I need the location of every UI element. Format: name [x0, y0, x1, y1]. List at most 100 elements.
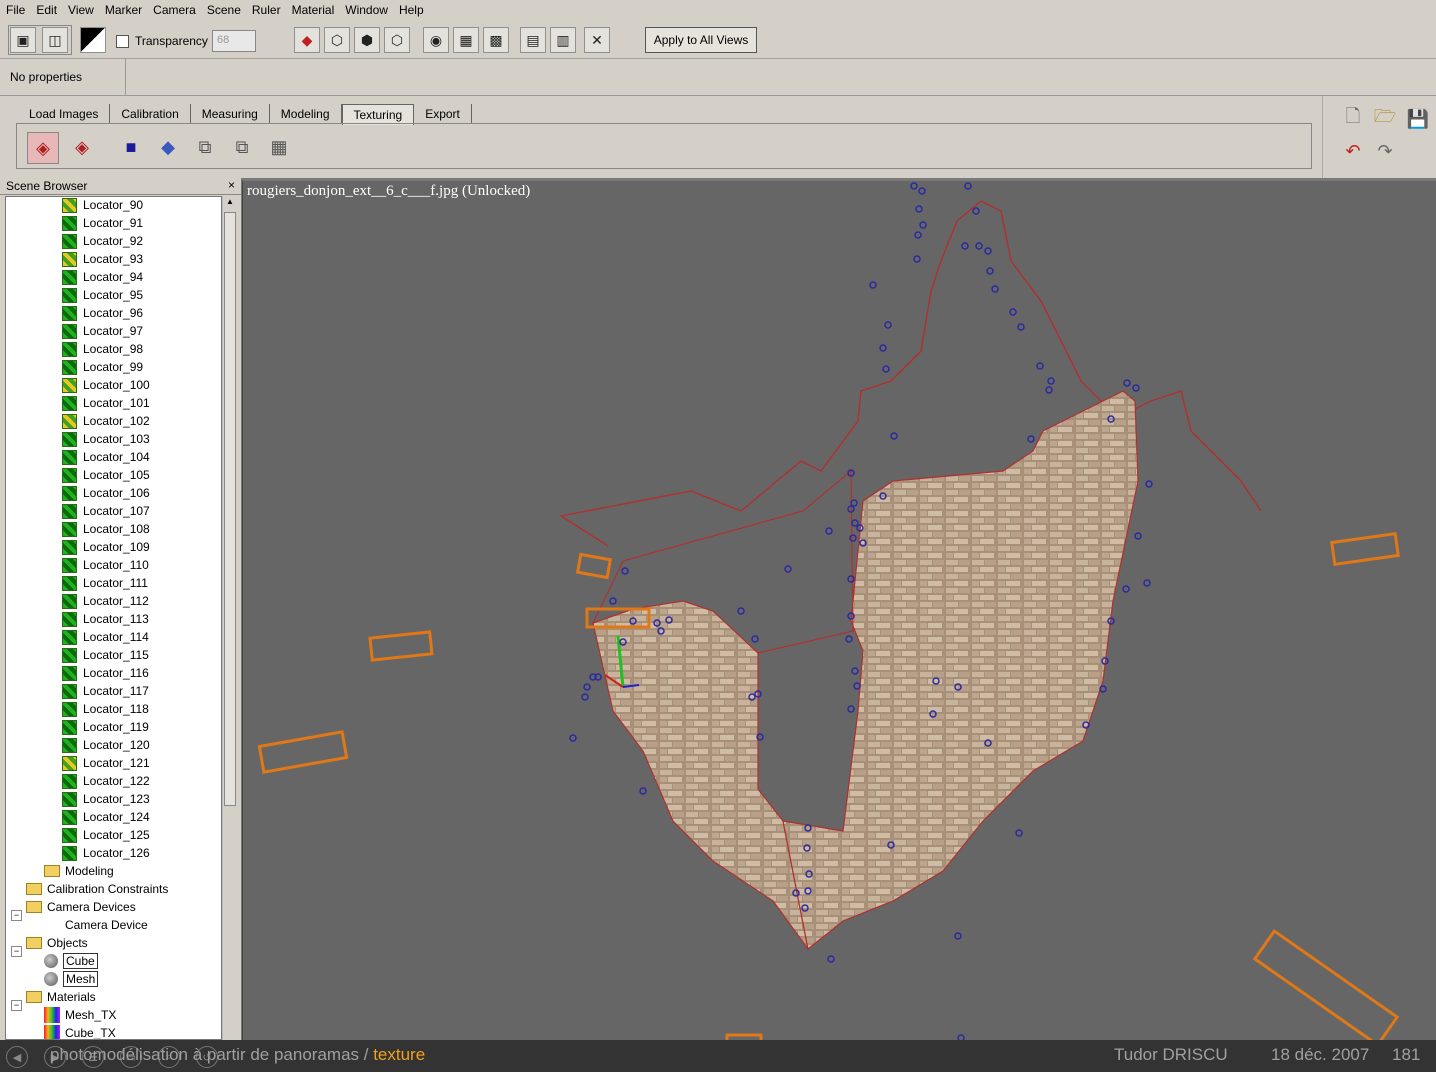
- apply-all-views-button[interactable]: Apply to All Views: [645, 27, 757, 53]
- scroll-thumb[interactable]: [224, 212, 236, 806]
- locator-item[interactable]: Locator_101: [62, 394, 150, 412]
- marker-point[interactable]: [1015, 829, 1023, 837]
- locator-item[interactable]: Locator_108: [62, 520, 150, 538]
- locator-item[interactable]: Locator_99: [62, 358, 143, 376]
- collapse-toggle-icon[interactable]: −: [11, 910, 22, 921]
- locator-item[interactable]: Locator_94: [62, 268, 143, 286]
- marker-point[interactable]: [851, 519, 859, 527]
- menu-item-edit[interactable]: Edit: [30, 0, 62, 17]
- wire-cube-icon[interactable]: ⬡: [324, 27, 350, 53]
- locator-item[interactable]: Locator_110: [62, 556, 149, 574]
- locator-item[interactable]: Locator_107: [62, 502, 150, 520]
- marker-point[interactable]: [964, 182, 972, 190]
- marker-point[interactable]: [1027, 435, 1035, 443]
- transparency-spinner[interactable]: 68: [212, 30, 256, 52]
- marker-point[interactable]: [1132, 384, 1140, 392]
- locator-item[interactable]: Locator_103: [62, 430, 150, 448]
- locator-item[interactable]: Locator_111: [62, 574, 148, 592]
- locator-item[interactable]: Locator_98: [62, 340, 143, 358]
- marker-point[interactable]: [1036, 362, 1044, 370]
- locator-item[interactable]: Locator_104: [62, 448, 150, 466]
- select-texture-icon[interactable]: ◈: [27, 132, 59, 164]
- multi-cube-2-icon[interactable]: ⧉: [227, 132, 257, 162]
- marker-point[interactable]: [1143, 579, 1151, 587]
- multi-view-icon[interactable]: ▣: [10, 27, 36, 53]
- 3d-viewport[interactable]: rougiers_donjon_ext__6_c___f.jpg (Unlock…: [242, 180, 1436, 1041]
- locator-item[interactable]: Locator_124: [62, 808, 150, 826]
- tree-material-mesh-tx[interactable]: Mesh_TX: [44, 1006, 116, 1024]
- scene-browser-scrollbar[interactable]: ▲: [222, 196, 237, 1040]
- marker-point[interactable]: [1045, 386, 1053, 394]
- tab-export[interactable]: Export: [414, 104, 472, 124]
- menu-item-view[interactable]: View: [62, 0, 99, 17]
- menu-item-material[interactable]: Material: [286, 0, 340, 17]
- open-folder-icon[interactable]: 🗁: [1370, 104, 1400, 134]
- camera-view-icon[interactable]: ◫: [42, 27, 68, 53]
- marker-point[interactable]: [882, 365, 890, 373]
- transparency-control[interactable]: Transparency: [116, 34, 208, 48]
- locator-item[interactable]: Locator_106: [62, 484, 150, 502]
- marker-point[interactable]: [737, 607, 745, 615]
- new-file-icon[interactable]: 🗋: [1338, 104, 1368, 134]
- locator-item[interactable]: Locator_102: [62, 412, 150, 430]
- marker-point[interactable]: [1145, 480, 1153, 488]
- menu-item-window[interactable]: Window: [339, 0, 393, 17]
- locator-item[interactable]: Locator_93: [62, 250, 143, 268]
- collapse-toggle-icon[interactable]: −: [11, 1000, 22, 1011]
- marker-point[interactable]: [784, 565, 792, 573]
- marker-point[interactable]: [879, 344, 887, 352]
- locator-item[interactable]: Locator_113: [62, 610, 149, 628]
- shaded-cube-icon[interactable]: ⬢: [354, 27, 380, 53]
- tab-load-images[interactable]: Load Images: [18, 104, 111, 124]
- tab-modeling[interactable]: Modeling: [270, 104, 342, 124]
- marker-point[interactable]: [984, 247, 992, 255]
- undo-icon[interactable]: ↶: [1338, 136, 1368, 166]
- locator-item[interactable]: Locator_121: [62, 754, 150, 772]
- marker-point[interactable]: [890, 432, 898, 440]
- locator-item[interactable]: Locator_126: [62, 844, 150, 862]
- tab-measuring[interactable]: Measuring: [191, 104, 270, 124]
- texture-checker-icon[interactable]: ▦: [453, 27, 479, 53]
- marker-point[interactable]: [954, 932, 962, 940]
- marker-point[interactable]: [639, 787, 647, 795]
- tree-material-cube-tx[interactable]: Cube_TX: [44, 1024, 116, 1039]
- marker-point[interactable]: [1123, 379, 1131, 387]
- cross-icon[interactable]: ✕: [584, 27, 610, 53]
- numbered-checker-icon[interactable]: ▩: [483, 27, 509, 53]
- camera-lock-icon[interactable]: ▥: [550, 27, 576, 53]
- locator-item[interactable]: Locator_116: [62, 664, 149, 682]
- locator-item[interactable]: Locator_117: [62, 682, 149, 700]
- locator-item[interactable]: Locator_119: [62, 718, 149, 736]
- tree-camera-devices[interactable]: Camera Devices: [26, 898, 136, 916]
- locator-item[interactable]: Locator_96: [62, 304, 143, 322]
- tree-object-mesh[interactable]: Mesh: [44, 970, 99, 988]
- select-cube-icon[interactable]: ◆: [294, 27, 320, 53]
- marker-point[interactable]: [972, 207, 980, 215]
- tab-calibration[interactable]: Calibration: [110, 104, 191, 124]
- locator-item[interactable]: Locator_122: [62, 772, 150, 790]
- marker-point[interactable]: [853, 682, 861, 690]
- marker-point[interactable]: [914, 231, 922, 239]
- tree-objects[interactable]: Objects: [26, 934, 88, 952]
- locator-item[interactable]: Locator_97: [62, 322, 143, 340]
- camera-frame-icon[interactable]: ▤: [520, 27, 546, 53]
- locator-item[interactable]: Locator_112: [62, 592, 149, 610]
- scene-tree[interactable]: Locator_90 Locator_91 Locator_92 Locator_93…: [5, 196, 222, 1040]
- marker-point[interactable]: [910, 182, 918, 190]
- locator-item[interactable]: Locator_109: [62, 538, 150, 556]
- tree-calibration-constraints[interactable]: Calibration Constraints: [26, 880, 168, 898]
- marker-point[interactable]: [975, 242, 983, 250]
- transparency-checkbox[interactable]: [116, 34, 129, 48]
- locator-item[interactable]: Locator_118: [62, 700, 149, 718]
- marker-point[interactable]: [918, 187, 926, 195]
- marker-point[interactable]: [1017, 323, 1025, 331]
- close-icon[interactable]: ×: [228, 178, 235, 192]
- marker-point[interactable]: [609, 597, 617, 605]
- marker-point[interactable]: [827, 955, 835, 963]
- blue-cube-shaded-icon[interactable]: ◆: [153, 132, 183, 162]
- redo-icon[interactable]: ↷: [1370, 136, 1400, 166]
- menu-item-ruler[interactable]: Ruler: [246, 0, 286, 17]
- marker-point[interactable]: [1047, 377, 1055, 385]
- pick-texture-icon[interactable]: ◈: [67, 132, 97, 162]
- tree-object-cube[interactable]: Cube: [44, 952, 98, 970]
